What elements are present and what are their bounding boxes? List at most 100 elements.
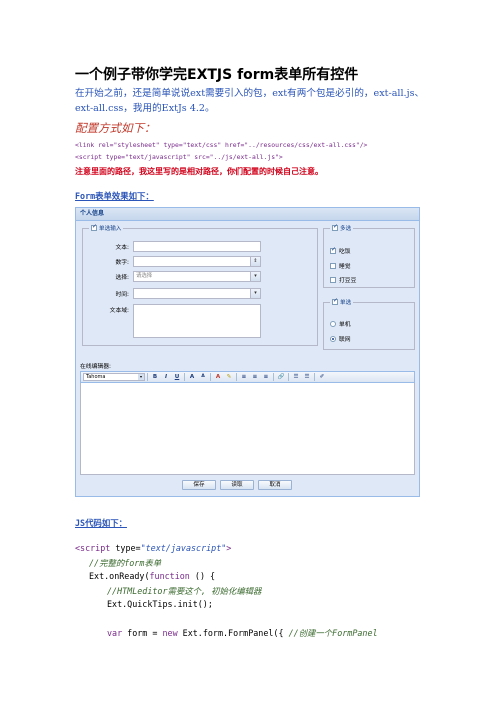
single-input-toggle[interactable] <box>91 223 97 231</box>
align-center-icon[interactable]: ≡ <box>250 373 260 381</box>
page-title: 一个例子带你学完EXTJS form表单所有控件 <box>75 67 359 83</box>
js-code-line: Ext.QuickTips.init(); <box>107 599 213 609</box>
number-spinner-icon[interactable]: ⇕ <box>250 257 260 266</box>
ordered-list-icon[interactable]: ☰ <box>291 373 301 381</box>
number-field[interactable]: ⇕ <box>133 256 261 267</box>
js-heading: JS代码如下： <box>75 518 127 528</box>
bullet-list-icon[interactable]: ☰ <box>302 373 312 381</box>
toolbar-separator <box>184 373 185 381</box>
js-code-line: //完整的form表单 <box>89 557 161 569</box>
checkbox-legend-label: 多选 <box>340 226 352 232</box>
checkbox-sleep[interactable]: 睡觉 <box>330 261 351 270</box>
toolbar-separator <box>147 373 148 381</box>
chevron-down-icon: ▾ <box>138 374 144 380</box>
checkbox-box[interactable] <box>330 262 336 269</box>
select-combobox[interactable]: 请选择 ▾ <box>133 271 261 282</box>
align-right-icon[interactable]: ≡ <box>261 373 271 381</box>
form-heading: Form表单效果如下： <box>75 191 154 201</box>
config-code-script: <script type="text/javascript" src="../j… <box>75 153 283 161</box>
time-label: 时间: <box>115 292 129 298</box>
checkbox-sleep-label: 睡觉 <box>339 264 351 270</box>
js-token: () { <box>189 571 216 581</box>
link-icon[interactable]: 🔗 <box>276 373 286 381</box>
highlight-icon[interactable]: ✎ <box>224 373 234 381</box>
load-button[interactable]: 读取 <box>220 480 254 490</box>
bold-button[interactable]: B <box>150 373 160 381</box>
panel-title: 个人信息 <box>76 208 419 221</box>
js-token: //创建一个FormPanel <box>288 628 378 638</box>
js-token: type= <box>110 543 141 553</box>
radio-standalone-label: 单机 <box>339 322 351 328</box>
intro-paragraph: 在开始之前，还是简单说说ext需要引入的包，ext有两个包是必引的，ext-al… <box>75 88 425 114</box>
chevron-down-icon[interactable]: ▾ <box>250 289 260 298</box>
radio-legend: 单选 <box>330 297 354 306</box>
js-token: form = <box>122 628 163 638</box>
js-token: Ext.QuickTips.init(); <box>107 599 213 609</box>
form-screenshot: 个人信息 单选输入 文本: 数字: ⇕ 选择: 请选择▾ 时间: ▾ 文本域: … <box>75 207 420 497</box>
radio-fieldset: 单选 单机 联网 <box>323 297 415 350</box>
single-input-fieldset: 单选输入 文本: 数字: ⇕ 选择: 请选择 ▾ 时间: ▾ 文本域: <box>82 223 318 346</box>
textarea-field[interactable] <box>133 304 261 338</box>
checkbox-eat-label: 吃饭 <box>339 249 351 255</box>
config-code-link: <link rel="stylesheet" type="text/css" h… <box>75 141 368 149</box>
italic-button[interactable]: I <box>161 373 171 381</box>
js-token: script <box>80 543 111 553</box>
single-input-legend-label: 单选输入 <box>99 226 122 232</box>
js-token: function <box>149 571 190 581</box>
checkbox-beans-label: 打豆豆 <box>339 278 357 284</box>
checkbox-box[interactable] <box>330 276 336 283</box>
radio-legend-label: 单选 <box>340 300 352 306</box>
radio-circle[interactable] <box>330 320 336 327</box>
font-select[interactable]: Tahoma ▾ <box>83 373 145 381</box>
checkbox-eat[interactable]: 吃饭 <box>330 246 351 255</box>
js-token: > <box>226 543 232 553</box>
editor-toolbar: Tahoma ▾ B I U A A A ✎ ≡ ≡ ≡ 🔗 ☰ ☰ ✐ <box>80 371 415 383</box>
js-token: "text/javascript" <box>140 543 227 553</box>
js-code-line: var form = new Ext.form.FormPanel({ //创建… <box>107 627 378 639</box>
config-heading: 配置方式如下： <box>75 121 156 135</box>
cancel-button[interactable]: 取消 <box>258 480 292 490</box>
js-code-line: //HTMLeditor需要这个, 初始化编辑器 <box>107 585 261 597</box>
select-label: 选择: <box>115 275 129 281</box>
toolbar-separator <box>236 373 237 381</box>
select-placeholder: 请选择 <box>136 273 153 279</box>
time-field[interactable]: ▾ <box>133 288 261 299</box>
checkbox-box[interactable] <box>330 246 336 254</box>
text-field[interactable] <box>133 241 261 252</box>
source-edit-icon[interactable]: ✐ <box>317 373 327 381</box>
underline-button[interactable]: U <box>172 373 182 381</box>
align-left-icon[interactable]: ≡ <box>239 373 249 381</box>
text-label: 文本: <box>115 245 129 251</box>
checkbox-group-toggle[interactable] <box>332 223 338 231</box>
font-select-value: Tahoma <box>86 374 106 380</box>
radio-online[interactable]: 联网 <box>330 334 351 343</box>
path-note: 注意里面的路径，我这里写的是相对路径，你们配置的时候自己注意。 <box>75 167 323 176</box>
toolbar-separator <box>288 373 289 381</box>
grow-font-button[interactable]: A <box>187 373 197 381</box>
checkbox-fieldset: 多选 吃饭 睡觉 打豆豆 <box>323 223 415 288</box>
editor-label: 在线编辑器: <box>80 364 111 370</box>
checkbox-beans[interactable]: 打豆豆 <box>330 275 356 284</box>
radio-standalone[interactable]: 单机 <box>330 319 351 328</box>
js-token: var <box>107 628 123 638</box>
shrink-font-button[interactable]: A <box>198 373 208 381</box>
radio-circle[interactable] <box>330 335 336 342</box>
toolbar-separator <box>210 373 211 381</box>
js-token: Ext.onReady( <box>89 571 150 581</box>
single-input-legend: 单选输入 <box>89 223 124 232</box>
editor-body[interactable] <box>80 383 415 475</box>
checkbox-legend: 多选 <box>330 223 354 232</box>
toolbar-separator <box>314 373 315 381</box>
save-button[interactable]: 保存 <box>182 480 216 490</box>
js-token: new <box>162 628 178 638</box>
radio-group-toggle[interactable] <box>332 297 338 305</box>
js-token: //完整的form表单 <box>89 558 162 568</box>
js-token: //HTMLeditor需要这个, 初始化编辑器 <box>107 586 262 596</box>
radio-online-label: 联网 <box>339 337 351 343</box>
chevron-down-icon[interactable]: ▾ <box>250 272 260 281</box>
font-color-button[interactable]: A <box>213 373 223 381</box>
textarea-label: 文本域: <box>109 308 129 314</box>
toolbar-separator <box>273 373 274 381</box>
js-token: Ext.form.FormPanel({ <box>177 628 289 638</box>
js-code-line: Ext.onReady(function () { <box>89 571 215 581</box>
